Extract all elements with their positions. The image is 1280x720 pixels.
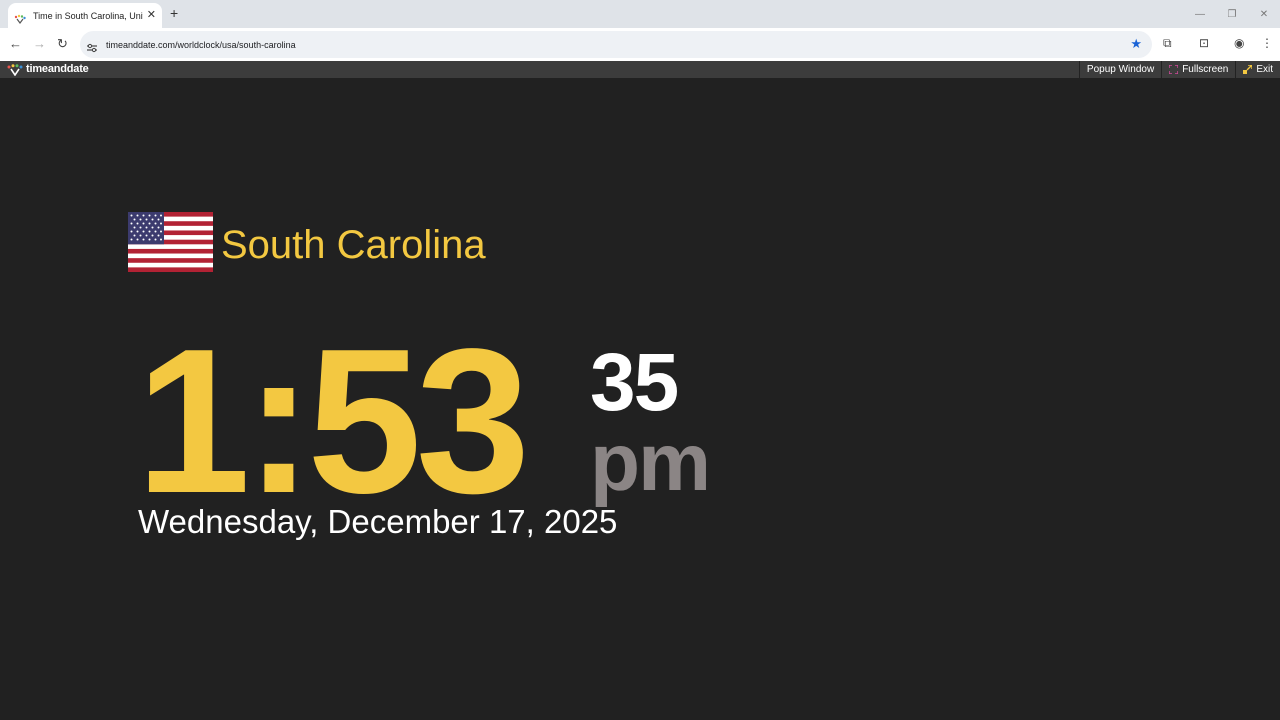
popup-window-label: Popup Window <box>1086 64 1155 75</box>
reload-icon[interactable]: ↻ <box>57 36 68 52</box>
browser-tab[interactable]: Time in South Carolina, United ✕ <box>8 3 162 28</box>
forward-icon[interactable]: → <box>33 36 46 51</box>
tab-title: Time in South Carolina, United <box>33 10 143 21</box>
bookmark-star-icon[interactable]: ★ <box>1130 36 1142 52</box>
address-bar[interactable]: timeanddate.com/worldclock/usa/south-car… <box>80 31 1152 58</box>
back-icon[interactable]: ← <box>9 36 22 51</box>
tab-search-icon[interactable]: ⊡ <box>1199 36 1209 50</box>
extensions-icon[interactable]: ⧉ <box>1163 36 1172 51</box>
clock-ampm: pm <box>590 417 711 508</box>
tab-close-icon[interactable]: ✕ <box>147 8 156 21</box>
sitebar-actions: Popup Window Fullscreen Exit <box>1078 61 1280 78</box>
minimize-icon[interactable]: — <box>1184 0 1216 28</box>
timeanddate-favicon-icon <box>14 11 26 24</box>
fullscreen-label: Fullscreen <box>1182 64 1229 75</box>
fullscreen-icon <box>1168 64 1179 75</box>
clock-time: 1:53 <box>136 306 530 536</box>
window-controls: — ❐ ✕ <box>1184 0 1280 28</box>
clock-date: Wednesday, December 17, 2025 <box>138 503 618 540</box>
browser-tabstrip: Time in South Carolina, United ✕ + — ❐ ✕ <box>0 0 1280 28</box>
menu-icon[interactable]: ⋮ <box>1261 36 1273 50</box>
browser-toolbar: ← → ↻ timeanddate.com/worldclock/usa/sou… <box>0 28 1280 61</box>
url-text: timeanddate.com/worldclock/usa/south-car… <box>106 39 296 50</box>
clock-seconds: 35 <box>590 337 679 428</box>
profile-icon[interactable]: ◉ <box>1234 36 1244 50</box>
timeanddate-logo[interactable]: timeanddate <box>7 63 89 77</box>
us-flag-icon <box>128 212 213 272</box>
location-name: South Carolina <box>221 223 486 267</box>
fullscreen-button[interactable]: Fullscreen <box>1161 61 1235 78</box>
logo-text: timeanddate <box>26 63 89 75</box>
popup-window-button[interactable]: Popup Window <box>1078 61 1161 78</box>
close-window-icon[interactable]: ✕ <box>1248 0 1280 28</box>
new-tab-button[interactable]: + <box>170 5 178 21</box>
site-header-bar: timeanddate Popup Window Fullscreen Exit <box>0 61 1280 78</box>
exit-button[interactable]: Exit <box>1235 61 1280 78</box>
logo-mark-icon <box>7 63 23 77</box>
site-info-icon[interactable] <box>86 40 98 52</box>
exit-icon <box>1243 64 1254 74</box>
exit-label: Exit <box>1256 64 1273 75</box>
restore-icon[interactable]: ❐ <box>1216 0 1248 28</box>
